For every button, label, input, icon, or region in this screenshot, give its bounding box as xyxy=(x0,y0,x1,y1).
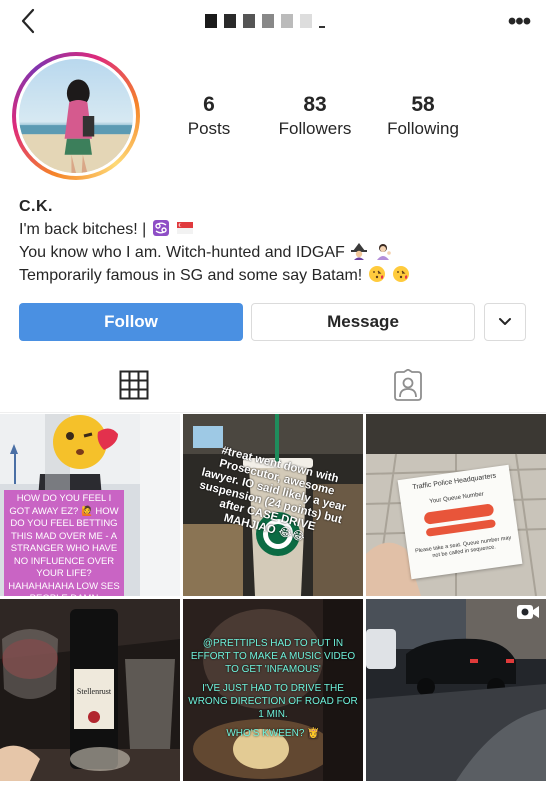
message-button[interactable]: Message xyxy=(251,303,475,341)
suggested-accounts-dropdown[interactable] xyxy=(484,303,526,341)
video-icon xyxy=(517,605,539,619)
post-6-image xyxy=(366,599,546,781)
grid-icon xyxy=(119,370,149,400)
posts-count: 6 xyxy=(203,93,215,116)
tab-tagged[interactable] xyxy=(388,365,428,405)
bio-line-1: I'm back bitches! | xyxy=(19,218,539,241)
chevron-left-icon xyxy=(21,8,35,34)
post-thumbnail[interactable]: #treat went down with Prosecutor, awesom… xyxy=(183,414,363,596)
kissing-face-icon xyxy=(393,266,410,282)
profile-bio: C.K. I'm back bitches! | You know who I … xyxy=(19,196,539,287)
singapore-flag-icon xyxy=(177,222,194,234)
kissing-face-icon xyxy=(368,266,385,282)
post-5-caption-b: I'VE JUST HAD TO DRIVE THE WRONG DIRECTI… xyxy=(188,683,358,720)
post-thumbnail[interactable]: How do you feel I got away EZ? 🙋 How do … xyxy=(0,414,180,596)
post-5-caption-overlay: @PRETTIPLS HAD TO PUT IN EFFORT TO MAKE … xyxy=(187,637,359,746)
bio-line-3: Temporarily famous in SG and some say Ba… xyxy=(19,264,539,287)
bottle-label: Stellenrust xyxy=(76,687,112,696)
profile-stats: 6 Posts 83 Followers 58 Following xyxy=(170,92,546,142)
post-thumbnail[interactable]: Stellenrust xyxy=(0,599,180,781)
tagged-person-icon xyxy=(394,369,422,401)
bio-line-3-text: Temporarily famous in SG and some say Ba… xyxy=(19,267,363,284)
more-options-button[interactable]: ••• xyxy=(506,10,532,34)
bio-line-2: You know who I am. Witch-hunted and IDGA… xyxy=(19,241,539,264)
avatar-photo xyxy=(19,59,133,173)
queue-ticket: Traffic Police Headquarters Your Queue N… xyxy=(397,464,523,580)
bio-line-1-text: I'm back bitches! | xyxy=(19,221,147,238)
posts-grid: How do you feel I got away EZ? 🙋 How do … xyxy=(0,414,546,782)
tab-grid[interactable] xyxy=(114,365,154,405)
witch-icon xyxy=(351,243,368,260)
following-count: 58 xyxy=(411,93,435,116)
top-bar: ••• xyxy=(0,0,546,44)
post-thumbnail[interactable]: @PRETTIPLS HAD TO PUT IN EFFORT TO MAKE … xyxy=(183,599,363,781)
followers-stat[interactable]: 83 Followers xyxy=(274,92,356,140)
posts-label: Posts xyxy=(187,119,231,138)
follow-button[interactable]: Follow xyxy=(19,303,243,341)
followers-count: 83 xyxy=(303,93,327,116)
posts-stat[interactable]: 6 Posts xyxy=(184,92,234,140)
username-obscured xyxy=(205,13,325,29)
bottom-spacer xyxy=(0,782,546,800)
profile-avatar[interactable] xyxy=(12,52,140,180)
chevron-down-icon xyxy=(499,318,511,325)
post-thumbnail[interactable] xyxy=(366,599,546,781)
following-label: Following xyxy=(387,119,459,138)
ticket-note: Please take a seat. Queue number may not… xyxy=(414,535,512,560)
bio-line-2-text: You know who I am. Witch-hunted and IDGA… xyxy=(19,244,345,261)
post-1-caption-overlay: How do you feel I got away EZ? 🙋 How do … xyxy=(4,490,124,596)
post-thumbnail[interactable]: Traffic Police Headquarters Your Queue N… xyxy=(366,414,546,596)
profile-name: C.K. xyxy=(19,198,53,215)
more-dots-icon: ••• xyxy=(507,8,531,35)
post-5-caption-a: @PRETTIPLS HAD TO PUT IN EFFORT TO MAKE … xyxy=(190,638,356,675)
following-stat[interactable]: 58 Following xyxy=(380,92,466,140)
profile-tabs xyxy=(0,355,546,413)
followers-label: Followers xyxy=(278,119,352,138)
woman-tipping-hand-icon xyxy=(376,244,391,260)
back-button[interactable] xyxy=(14,6,44,36)
cancer-sign-icon xyxy=(152,220,169,236)
post-5-caption-c: WHO'S KWEEN? 👸 xyxy=(226,728,320,739)
